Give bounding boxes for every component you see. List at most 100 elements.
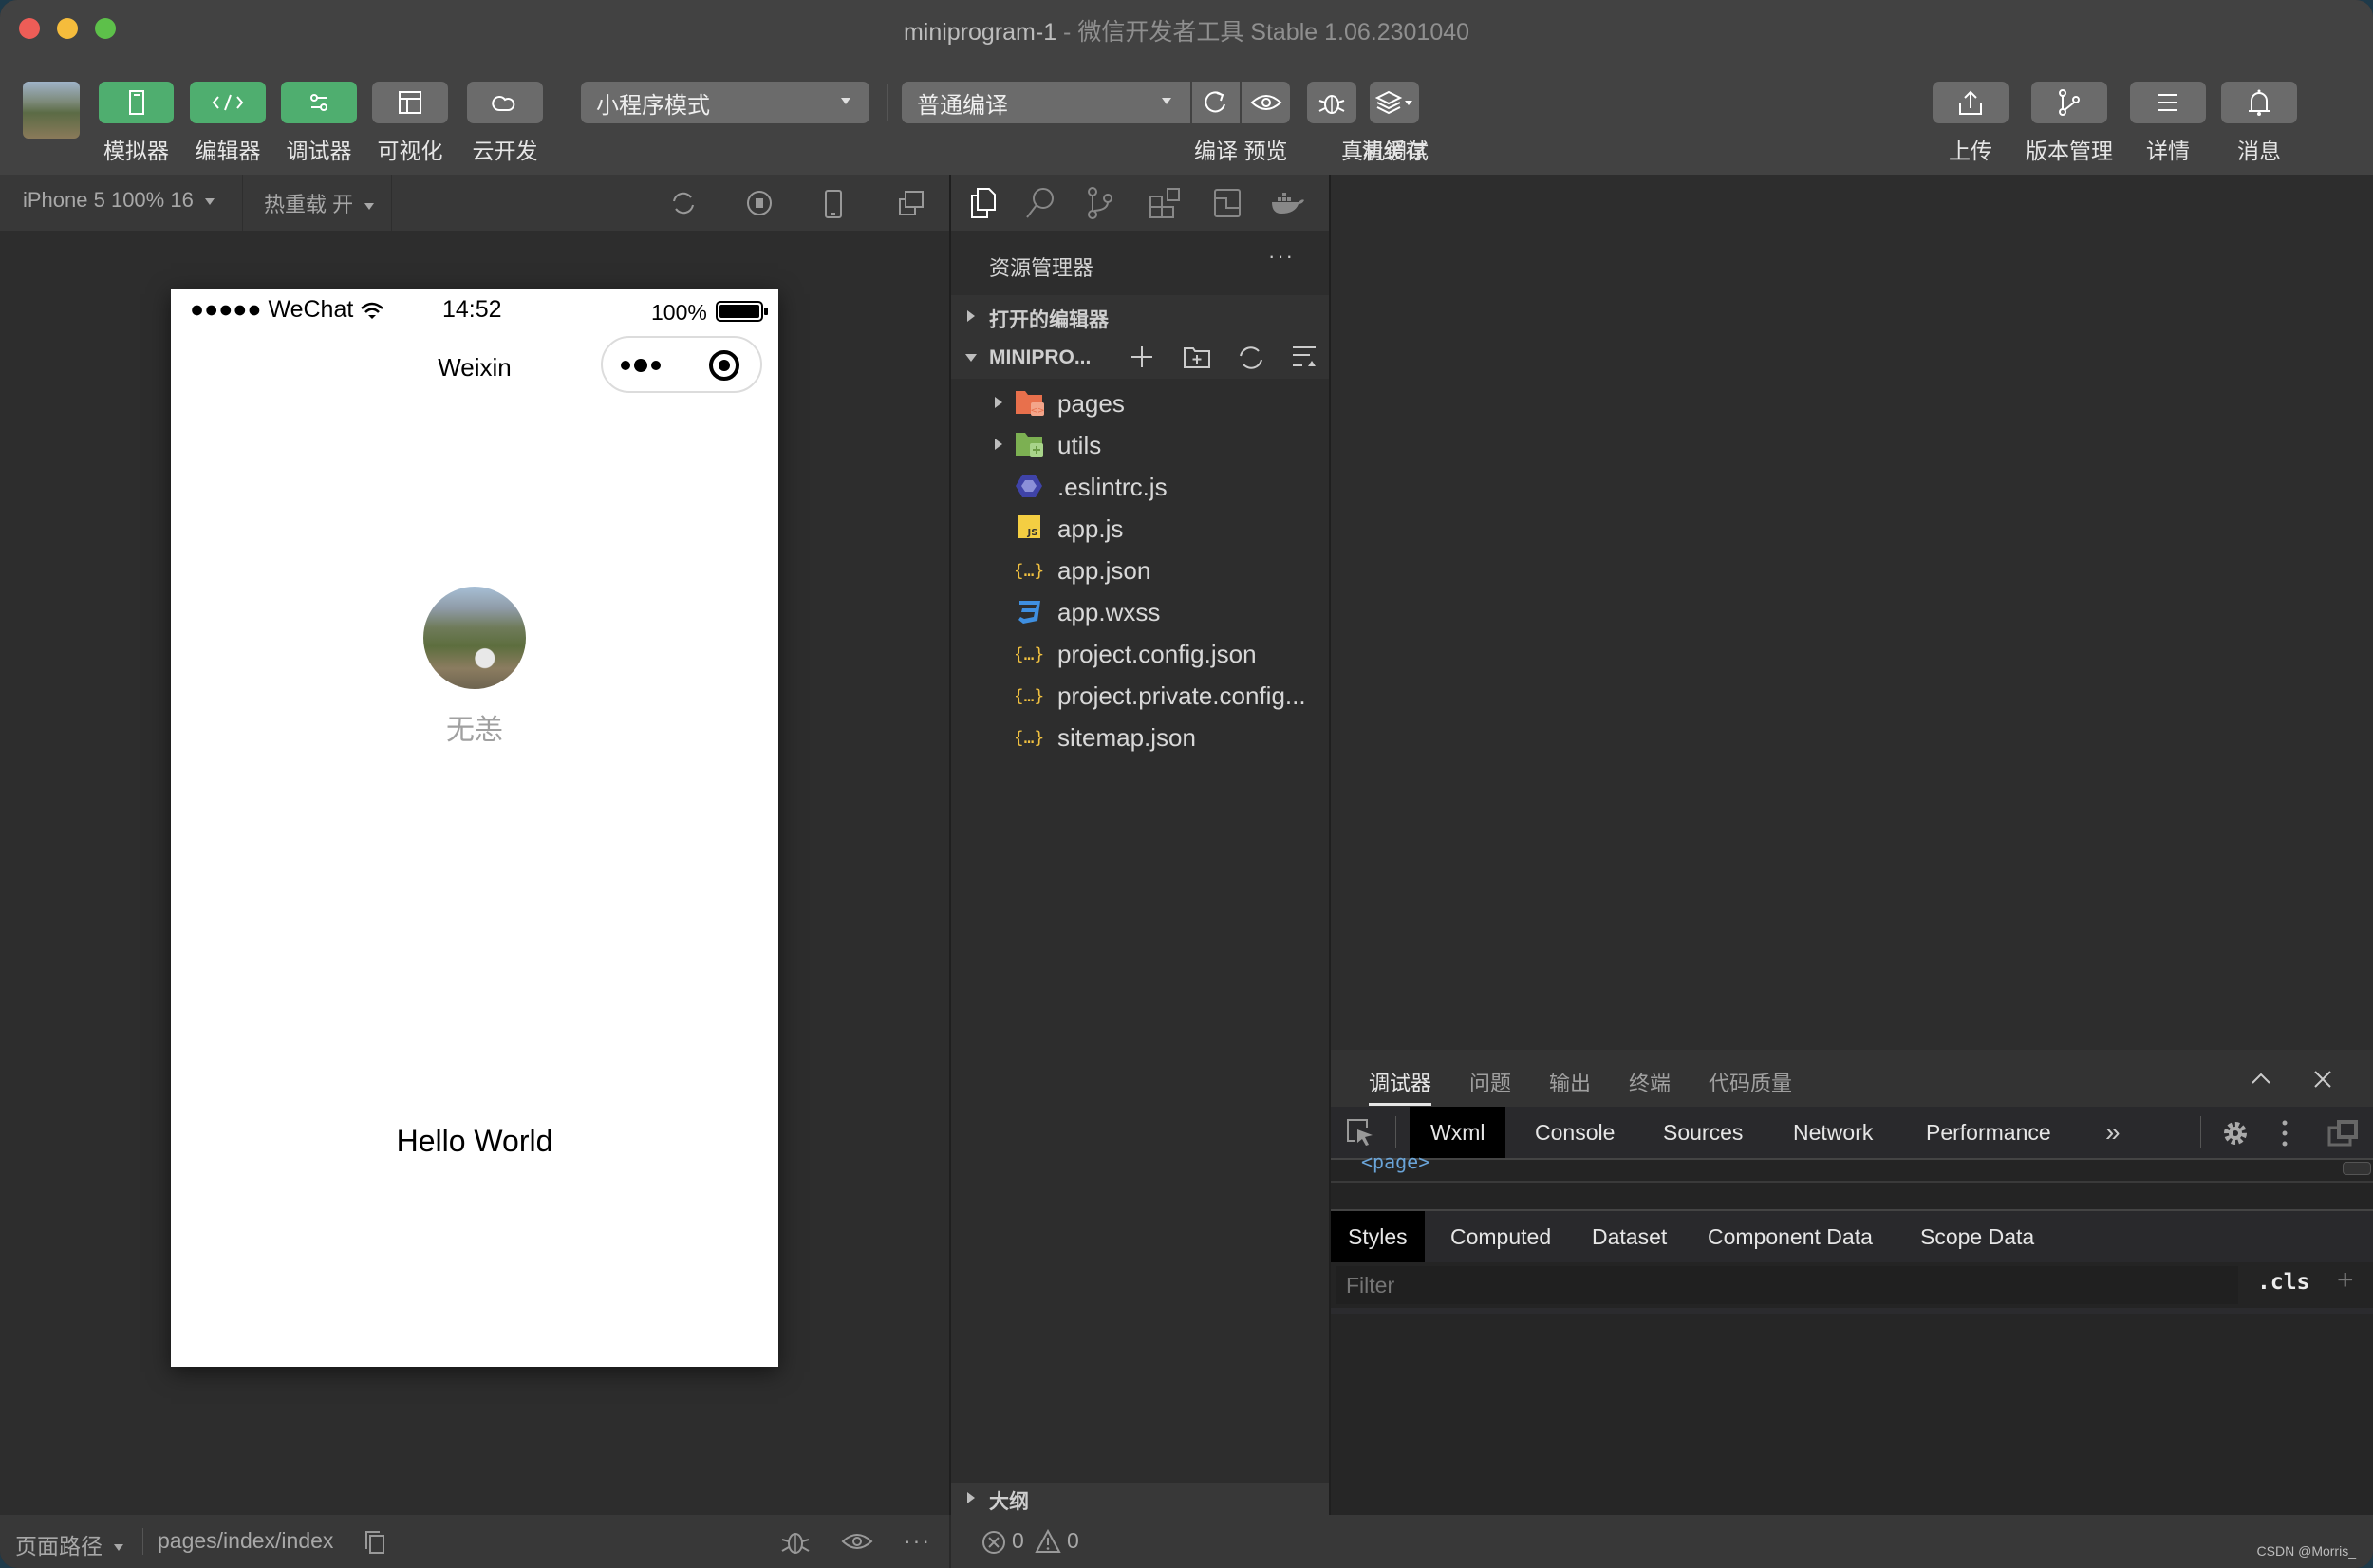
explorer-tab[interactable] [968, 187, 999, 219]
tab-debugger[interactable]: 调试器 [1369, 1067, 1431, 1097]
real-device-debug-button[interactable] [1307, 82, 1356, 123]
tab-code-quality[interactable]: 代码质量 [1709, 1067, 1792, 1097]
warnings-indicator[interactable] [1035, 1529, 1061, 1554]
user-avatar-button[interactable] [23, 82, 80, 139]
file-tree-item[interactable]: <> pages [951, 382, 1329, 423]
scrollbar-track [1331, 1181, 2373, 1183]
collapse-icon [1293, 346, 1316, 366]
source-control-tab[interactable] [1086, 187, 1114, 219]
file-tree-item[interactable]: {…} project.config.json [951, 632, 1329, 674]
search-tab[interactable] [1025, 187, 1056, 219]
project-title: miniprogram-1 [903, 19, 1057, 46]
tab-output[interactable]: 输出 [1549, 1067, 1591, 1097]
undock-devtools-button[interactable] [2327, 1118, 2360, 1147]
page-path-select[interactable]: 页面路径 [15, 1528, 124, 1560]
status-bar: 页面路径 pages/index/index ··· 0 0 CSDN @Mor… [0, 1515, 2373, 1568]
new-style-rule-button[interactable]: + [2337, 1264, 2354, 1297]
messages-button[interactable] [2221, 82, 2297, 123]
file-name: utils [1057, 431, 1102, 459]
explorer-more-button[interactable]: ··· [1268, 244, 1295, 269]
errors-indicator[interactable] [981, 1530, 1006, 1555]
tab-computed[interactable]: Computed [1429, 1211, 1572, 1262]
extensions-icon [1149, 188, 1180, 218]
file-tree-item[interactable]: app.wxss [951, 590, 1329, 632]
tab-performance[interactable]: Performance [1905, 1107, 2072, 1158]
new-folder-button[interactable] [1183, 345, 1211, 369]
preview-status-button[interactable] [841, 1530, 873, 1553]
devtools-menu-button[interactable] [2280, 1119, 2289, 1148]
chevron-down-icon [364, 202, 375, 210]
wxml-page-node[interactable]: <page> [1361, 1150, 1429, 1173]
simulator-toggle-button[interactable] [99, 82, 174, 123]
compile-label: 编译 [1194, 139, 1238, 163]
styles-filter-input[interactable] [1336, 1266, 2238, 1304]
tab-styles[interactable]: Styles [1331, 1211, 1425, 1262]
compile-mode-select[interactable]: 普通编译 [902, 82, 1190, 123]
outline-section[interactable]: 大纲 [951, 1483, 1329, 1515]
file-tree-item[interactable]: JS app.js [951, 507, 1329, 549]
inspect-element-button[interactable] [1346, 1118, 1374, 1147]
editor-toggle-button[interactable] [190, 82, 266, 123]
preview-button[interactable] [1242, 82, 1290, 123]
tab-problems[interactable]: 问题 [1469, 1067, 1511, 1097]
error-count: 0 [1012, 1528, 1024, 1553]
tab-network[interactable]: Network [1772, 1107, 1894, 1158]
more-options-button[interactable] [620, 355, 669, 376]
close-miniprogram-button[interactable] [708, 349, 740, 382]
version-management-button[interactable] [2031, 82, 2107, 123]
json-icon: {…} [1016, 561, 1044, 581]
visual-toggle-button[interactable] [372, 82, 448, 123]
storage-tab[interactable] [1213, 187, 1242, 219]
compile-button[interactable] [1192, 82, 1240, 123]
close-panel-button[interactable] [2312, 1069, 2333, 1090]
debug-button[interactable] [780, 1526, 811, 1557]
editor-area [1331, 175, 2373, 1050]
device-select[interactable]: iPhone 5 100% 16 [23, 188, 215, 213]
bell-icon [2249, 89, 2270, 116]
statusbar-divider [142, 1528, 143, 1555]
statusbar-more-button[interactable]: ··· [904, 1528, 931, 1554]
detach-simulator-button[interactable] [898, 190, 925, 216]
hot-reload-select[interactable]: 热重载 开 [264, 188, 375, 218]
maximize-panel-button[interactable] [2250, 1071, 2272, 1086]
extensions-tab[interactable] [1149, 187, 1181, 219]
clear-cache-button[interactable] [1370, 82, 1419, 123]
tab-sources[interactable]: Sources [1642, 1107, 1764, 1158]
tab-terminal[interactable]: 终端 [1629, 1067, 1671, 1097]
cloud-dev-button[interactable] [467, 82, 543, 123]
collapse-all-button[interactable] [1291, 345, 1317, 369]
file-tree-item[interactable]: {…} project.private.config... [951, 674, 1329, 716]
editor-label: 编辑器 [195, 139, 261, 163]
file-tree-item[interactable]: {…} sitemap.json [951, 716, 1329, 757]
target-close-icon [709, 350, 739, 381]
devtools-tabbar: Wxml Console Sources Network Performance… [1331, 1107, 2373, 1158]
reload-sim-button[interactable] [670, 190, 697, 216]
open-editors-section[interactable]: 打开的编辑器 [951, 295, 1329, 337]
file-tree-item[interactable]: {…} app.json [951, 549, 1329, 590]
debugger-toggle-button[interactable] [281, 82, 357, 123]
git-branch-icon [1088, 187, 1112, 219]
cls-toggle-button[interactable]: .cls [2257, 1270, 2309, 1295]
file-name: sitemap.json [1057, 723, 1196, 752]
devtools-settings-button[interactable] [2221, 1119, 2250, 1148]
tab-component-data[interactable]: Component Data [1687, 1211, 1894, 1262]
upload-button[interactable] [1933, 82, 2009, 123]
scrollbar-thumb[interactable] [2343, 1162, 2371, 1175]
project-section[interactable]: MINIPRO... [951, 337, 1329, 379]
file-tree-item[interactable]: .eslintrc.js [951, 465, 1329, 507]
phone-screen[interactable]: ●●●●● WeChat 14:52 100% Weixin 无恙 Hello … [171, 289, 778, 1367]
tab-console[interactable]: Console [1514, 1107, 1635, 1158]
stop-button[interactable] [746, 190, 773, 216]
details-button[interactable] [2130, 82, 2206, 123]
tab-scope-data[interactable]: Scope Data [1899, 1211, 2055, 1262]
mode-select[interactable]: 小程序模式 [581, 82, 869, 123]
docker-tab[interactable] [1270, 187, 1304, 217]
file-tree-item[interactable]: utils [951, 423, 1329, 465]
copy-path-button[interactable] [364, 1530, 387, 1555]
device-rotate-button[interactable] [824, 190, 843, 218]
refresh-explorer-button[interactable] [1238, 345, 1264, 371]
more-tabs-button[interactable]: » [2084, 1107, 2141, 1158]
tab-dataset[interactable]: Dataset [1571, 1211, 1688, 1262]
docker-icon [1272, 193, 1304, 214]
new-file-button[interactable] [1130, 345, 1154, 369]
